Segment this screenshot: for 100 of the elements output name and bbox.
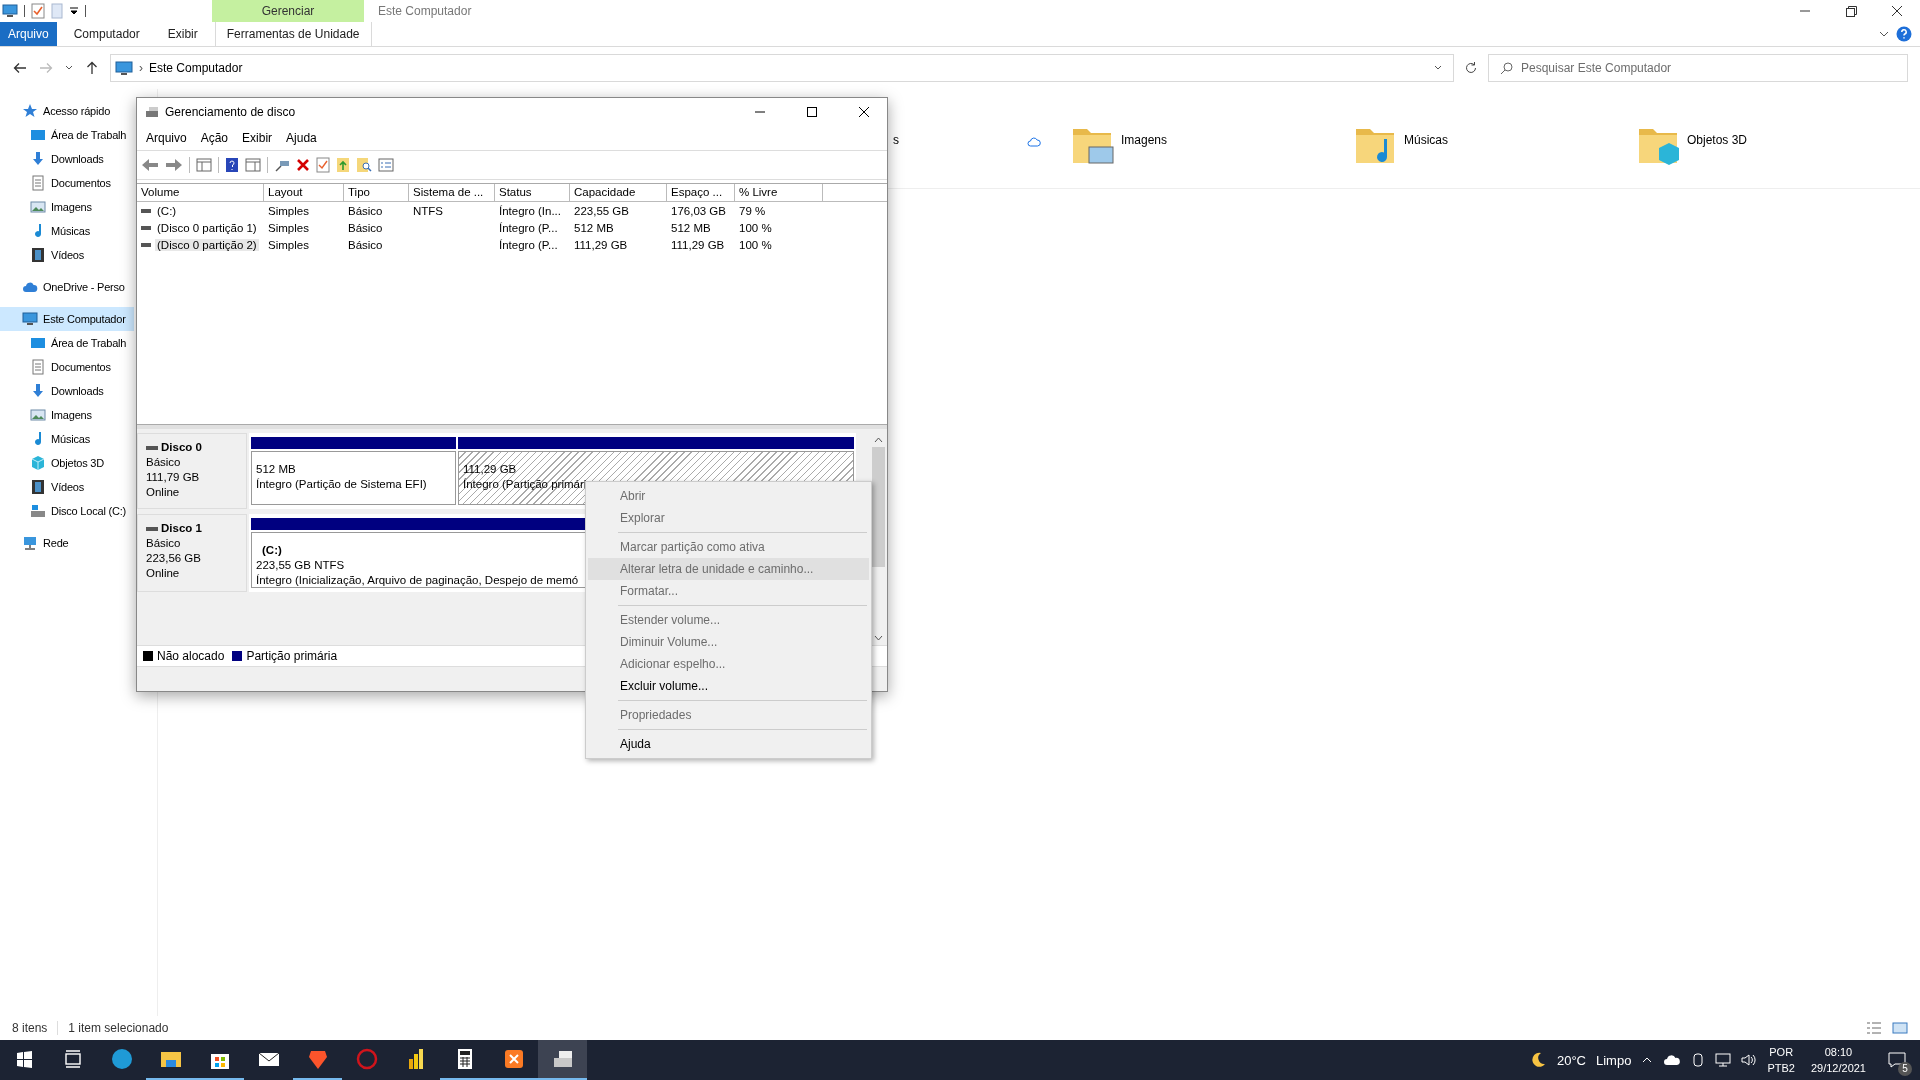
cloud-icon[interactable] [1663, 1054, 1682, 1066]
nav-item[interactable]: Vídeos [0, 243, 134, 267]
nav-item[interactable]: Objetos 3D [0, 451, 134, 475]
menu-item[interactable]: Ajuda [286, 131, 317, 145]
column-header[interactable]: Layout [264, 184, 344, 201]
ribbon-tab[interactable]: Arquivo [0, 22, 57, 46]
notification-button[interactable]: 5 [1882, 1043, 1912, 1077]
nav-item[interactable]: Vídeos [0, 475, 134, 499]
delete-icon[interactable] [296, 158, 310, 172]
back-icon[interactable] [12, 60, 28, 76]
folder-label[interactable]: s [893, 133, 899, 147]
partition-block[interactable]: 512 MB Íntegro (Partição de Sistema EFI) [251, 451, 456, 505]
partition-size: 223,55 GB NTFS [256, 558, 345, 573]
nav-item[interactable]: Downloads [0, 147, 134, 171]
checklist-icon[interactable] [31, 3, 45, 19]
nav-item[interactable]: Rede [0, 531, 134, 555]
table-cell-text: 111,29 GB [573, 238, 629, 251]
dropdown-icon[interactable] [69, 6, 79, 16]
help-icon[interactable] [225, 157, 239, 173]
table-cell-text: 79 % [738, 204, 767, 217]
scrollbar-thumb[interactable] [872, 447, 885, 567]
clock[interactable]: 08:10 29/12/2021 [1810, 1044, 1866, 1076]
column-header[interactable]: % Livre [735, 184, 823, 201]
nav-item[interactable]: Área de Trabalh [0, 331, 134, 355]
nav-item[interactable]: Músicas [0, 219, 134, 243]
back-icon[interactable] [141, 157, 159, 173]
download-icon [30, 383, 46, 399]
computer-icon [115, 61, 133, 75]
tiles-view-icon[interactable] [1892, 1021, 1908, 1035]
nav-item[interactable]: Área de Trabalh [0, 123, 134, 147]
menu-item[interactable]: Ajuda [588, 733, 869, 755]
computer-icon[interactable] [2, 4, 18, 18]
nav-item[interactable]: Acesso rápido [0, 99, 134, 123]
nav-item[interactable]: Este Computador [0, 307, 134, 331]
folder-label[interactable]: Músicas [1404, 133, 1448, 147]
app-icon[interactable] [538, 1040, 587, 1080]
search-icon [1500, 61, 1514, 75]
nav-item[interactable]: Documentos [0, 171, 134, 195]
column-header[interactable]: Espaço ... [667, 184, 735, 201]
pane-icon[interactable] [245, 157, 261, 173]
disk-type: Básico [146, 455, 182, 470]
forward-icon[interactable] [165, 157, 183, 173]
table-cell-text: Íntegro (P... [498, 221, 559, 234]
column-header[interactable]: Volume [137, 184, 264, 201]
column-header[interactable]: Tipo [344, 184, 409, 201]
pane-icon[interactable] [196, 157, 212, 173]
menu-item[interactable]: Arquivo [146, 131, 187, 145]
nav-item[interactable]: Músicas [0, 427, 134, 451]
table-cell[interactable]: (C:) [137, 204, 264, 217]
table-cell-text: Simples [267, 238, 310, 251]
folder-up-icon[interactable] [336, 157, 350, 173]
ribbon-tab[interactable]: Exibir [156, 22, 209, 46]
folder-label[interactable]: Imagens [1121, 133, 1168, 147]
chevron-icon[interactable] [1878, 29, 1890, 39]
disk-status: Online [146, 485, 181, 500]
weather-label[interactable]: Limpo [1596, 1052, 1632, 1068]
menu-item[interactable]: Exibir [242, 131, 273, 145]
address-bar[interactable]: › Este Computador [110, 54, 1454, 82]
disk-info-panel[interactable]: Disco 1 Básico 223,56 GB Online [137, 514, 247, 592]
device-icon[interactable] [1691, 1052, 1706, 1068]
up-icon[interactable] [84, 60, 100, 76]
disk-info-panel[interactable]: Disco 0 Básico 111,79 GB Online [137, 433, 247, 509]
temperature[interactable]: 20°C [1556, 1052, 1586, 1068]
nav-item[interactable]: OneDrive - Perso [0, 275, 134, 299]
network-icon [22, 535, 38, 551]
nav-item[interactable]: Imagens [0, 403, 134, 427]
folder-label[interactable]: Objetos 3D [1687, 133, 1748, 147]
language-indicator[interactable]: POR PTB2 [1767, 1044, 1795, 1076]
column-header[interactable]: Sistema de ... [409, 184, 495, 201]
nav-item[interactable]: Disco Local (C:) [0, 499, 134, 523]
breadcrumb-separator[interactable]: › [139, 61, 143, 75]
download-icon [30, 151, 46, 167]
column-header[interactable]: Capacidade [570, 184, 667, 201]
table-cell-text: Simples [267, 204, 310, 217]
table-cell-text: Íntegro (P... [498, 238, 559, 251]
volume-icon[interactable] [1741, 1053, 1758, 1067]
disk-name: Disco 1 [161, 521, 202, 536]
nav-item[interactable]: Documentos [0, 355, 134, 379]
cube-icon [30, 455, 46, 471]
checklist-icon[interactable] [316, 157, 330, 173]
film-icon [30, 479, 46, 495]
ribbon-tab[interactable]: Computador [62, 22, 151, 46]
menu-item[interactable]: Excluir volume... [588, 675, 869, 697]
folder-search-icon[interactable] [356, 157, 372, 173]
ribbon-tab[interactable]: Ferramentas de Unidade [214, 22, 372, 46]
table-cell-text: 100 % [738, 238, 773, 251]
menu-item[interactable]: Ação [200, 131, 229, 145]
breadcrumb[interactable]: Este Computador [149, 61, 243, 75]
help-icon[interactable] [1896, 26, 1912, 42]
drive-icon [146, 525, 158, 532]
network-icon[interactable] [1715, 1053, 1732, 1067]
column-header[interactable]: Status [495, 184, 570, 201]
refresh-icon[interactable] [1464, 61, 1478, 75]
search-field[interactable]: Pesquisar Este Computador [1488, 54, 1908, 82]
desktop-icon [30, 127, 46, 143]
disk-size: 111,79 GB [146, 470, 201, 485]
nav-item[interactable]: Imagens [0, 195, 134, 219]
drive-icon [146, 444, 158, 451]
table-cell[interactable]: (Disco 0 partição 1) [137, 221, 264, 234]
nav-item[interactable]: Downloads [0, 379, 134, 403]
